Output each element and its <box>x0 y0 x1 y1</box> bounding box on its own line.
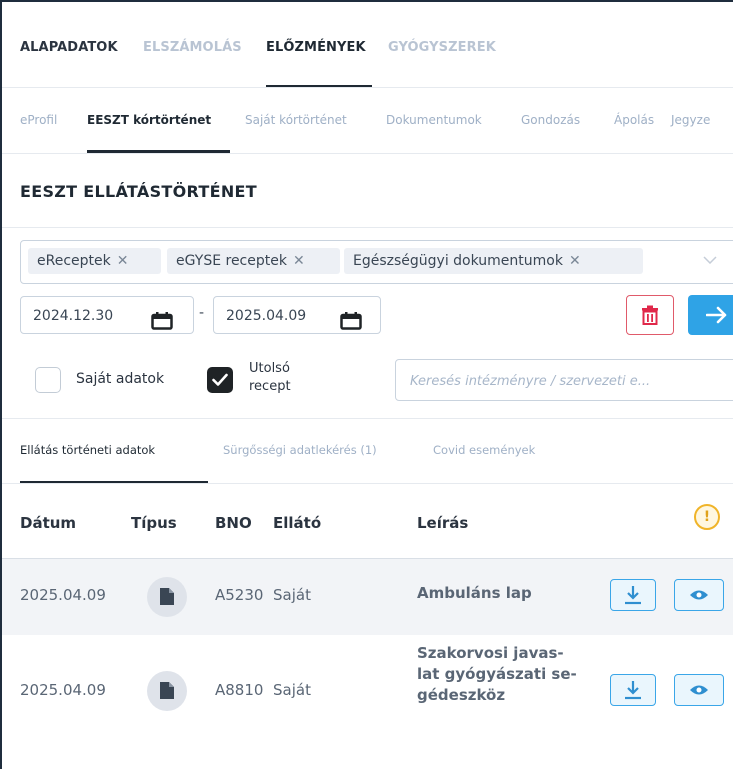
view-button[interactable] <box>674 674 724 706</box>
last-recipe-label[interactable]: Utolsó recept <box>249 360 291 396</box>
search-submit-button[interactable] <box>688 295 733 335</box>
check-icon <box>212 373 228 386</box>
eye-icon <box>690 590 708 600</box>
col-header-bno[interactable]: BNO <box>215 514 252 532</box>
divider <box>2 483 733 484</box>
warning-icon[interactable]: ! <box>694 504 720 530</box>
clear-filters-button[interactable] <box>626 295 674 335</box>
date-from-value: 2024.12.30 <box>33 308 114 324</box>
divider <box>2 227 733 228</box>
row-provider: Saját <box>273 586 311 604</box>
tag-label: Egészségügyi dokumentumok <box>353 253 563 269</box>
datatab-surgossegi[interactable]: Sürgősségi adatlekérés (1) <box>223 443 377 457</box>
own-data-label[interactable]: Saját adatok <box>76 371 164 387</box>
divider <box>2 153 733 154</box>
date-from-input[interactable]: 2024.12.30 <box>20 296 194 334</box>
tab-gyogyszerek[interactable]: GYÓGYSZEREK <box>388 40 496 55</box>
tag-label: eGYSE receptek <box>176 253 287 269</box>
datatab-ellatas-torteneti[interactable]: Ellátás történeti adatok <box>20 443 155 457</box>
download-icon <box>625 586 641 605</box>
calendar-icon[interactable] <box>151 307 173 330</box>
datatab-covid[interactable]: Covid események <box>433 443 535 457</box>
date-to-value: 2025.04.09 <box>226 308 307 324</box>
filter-tag-egyse-receptek[interactable]: eGYSE receptek ✕ <box>167 248 340 274</box>
institution-search-input[interactable] <box>408 360 732 402</box>
tab-elozmenyek[interactable]: ELŐZMÉNYEK <box>266 40 366 55</box>
close-icon[interactable]: ✕ <box>569 253 581 269</box>
view-button[interactable] <box>674 579 724 611</box>
subtab-eeszt-kortortenet[interactable]: EESZT kórtörténet <box>87 113 211 127</box>
filter-tag-egeszsegugyi-dokumentumok[interactable]: Egészségügyi dokumentumok ✕ <box>344 248 643 274</box>
section-title: EESZT ELLÁTÁSTÖRTÉNET <box>20 182 258 201</box>
row-bno: A8810 <box>215 681 264 699</box>
row-bno: A5230 <box>215 586 264 604</box>
tab-elszamolas[interactable]: ELSZÁMOLÁS <box>143 40 242 55</box>
last-recipe-checkbox[interactable] <box>207 367 233 393</box>
tag-label: eReceptek <box>37 253 111 269</box>
subtab-apolas[interactable]: Ápolás <box>614 113 654 127</box>
date-separator: - <box>199 305 205 321</box>
chevron-down-icon[interactable] <box>703 253 717 267</box>
document-icon <box>147 577 187 617</box>
document-type-multiselect[interactable]: eReceptek ✕ eGYSE receptek ✕ Egészségügyi … <box>20 240 733 284</box>
download-icon <box>625 681 641 700</box>
subtab-gondozas[interactable]: Gondozás <box>521 113 580 127</box>
own-data-checkbox[interactable] <box>35 367 61 393</box>
arrow-right-icon <box>706 306 727 324</box>
close-icon[interactable]: ✕ <box>293 253 305 269</box>
divider <box>2 418 733 419</box>
row-date: 2025.04.09 <box>20 586 106 604</box>
row-provider: Saját <box>273 681 311 699</box>
date-to-input[interactable]: 2025.04.09 <box>213 296 381 334</box>
table-row[interactable]: 2025.04.09 A8810 Saját Szakorvosi javas-… <box>2 635 733 717</box>
trash-icon <box>642 305 658 325</box>
row-description: Szakorvosi javas- lat gyógyászati se- gé… <box>417 644 577 704</box>
col-header-description[interactable]: Leírás <box>417 514 468 532</box>
app-frame: ALAPADATOK ELSZÁMOLÁS ELŐZMÉNYEK GYÓGYSZ… <box>0 0 733 769</box>
table-row[interactable]: 2025.04.09 A5230 Saját Ambuláns lap <box>2 558 733 636</box>
col-header-provider[interactable]: Ellátó <box>273 514 321 532</box>
close-icon[interactable]: ✕ <box>117 253 129 269</box>
subtab-eprofil[interactable]: eProfil <box>20 113 57 127</box>
subtab-sajat-kortortenet[interactable]: Saját kórtörténet <box>245 113 347 127</box>
download-button[interactable] <box>610 674 656 706</box>
row-date: 2025.04.09 <box>20 681 106 699</box>
col-header-type[interactable]: Típus <box>131 514 177 532</box>
eye-icon <box>690 685 708 695</box>
subtab-dokumentumok[interactable]: Dokumentumok <box>386 113 482 127</box>
row-description: Ambuláns lap <box>417 584 532 602</box>
institution-search-field[interactable] <box>395 359 733 402</box>
col-header-date[interactable]: Dátum <box>20 514 76 532</box>
tab-alapadatok[interactable]: ALAPADATOK <box>20 40 118 55</box>
calendar-icon[interactable] <box>340 307 362 330</box>
divider <box>2 87 733 88</box>
document-icon <box>147 671 187 711</box>
filter-tag-ereceptek[interactable]: eReceptek ✕ <box>28 248 161 274</box>
subtab-jegyzetek[interactable]: Jegyze <box>671 113 710 127</box>
download-button[interactable] <box>610 579 656 611</box>
